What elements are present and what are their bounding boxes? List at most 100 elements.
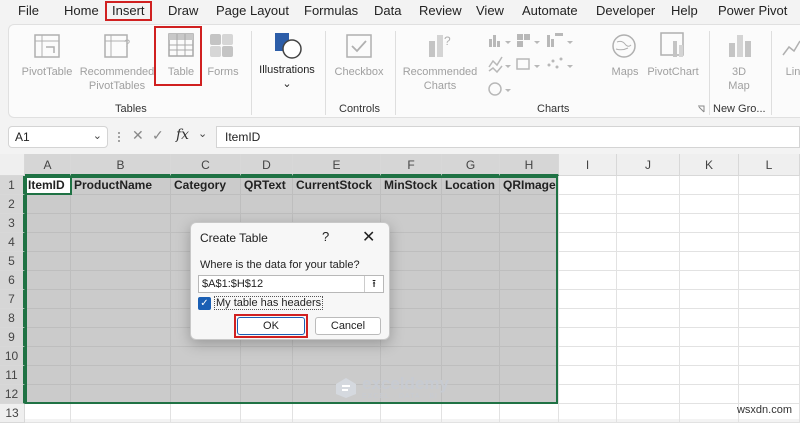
tab-automate[interactable]: Automate bbox=[522, 3, 578, 18]
maps-button[interactable]: Maps bbox=[603, 65, 647, 79]
row-header[interactable]: 9 bbox=[0, 328, 25, 347]
grid-cell[interactable] bbox=[559, 366, 617, 385]
grid-cell[interactable] bbox=[25, 233, 71, 252]
grid-cell[interactable] bbox=[171, 195, 241, 214]
grid-cell[interactable] bbox=[617, 385, 680, 404]
column-header[interactable]: A bbox=[25, 154, 71, 176]
grid-cell[interactable] bbox=[171, 347, 241, 366]
enter-icon[interactable]: ✓ bbox=[152, 127, 164, 144]
grid-cell[interactable] bbox=[442, 233, 500, 252]
grid-cell[interactable] bbox=[680, 404, 739, 423]
tab-draw[interactable]: Draw bbox=[168, 3, 198, 18]
grid-cell[interactable] bbox=[381, 347, 442, 366]
row-header[interactable]: 12 bbox=[0, 385, 25, 404]
grid-cell[interactable] bbox=[241, 195, 293, 214]
range-input[interactable]: $A$1:$H$12 bbox=[198, 275, 384, 293]
grid-cell[interactable] bbox=[559, 214, 617, 233]
tab-formulas[interactable]: Formulas bbox=[304, 3, 358, 18]
grid-cell[interactable] bbox=[71, 290, 171, 309]
grid-cell[interactable] bbox=[680, 309, 739, 328]
column-header[interactable]: C bbox=[171, 154, 241, 176]
grid-cell[interactable] bbox=[442, 328, 500, 347]
tab-review[interactable]: Review bbox=[419, 3, 462, 18]
grid-cell[interactable] bbox=[617, 233, 680, 252]
column-header[interactable]: K bbox=[680, 154, 739, 176]
grid-cell[interactable] bbox=[500, 252, 559, 271]
grid-cell[interactable] bbox=[171, 385, 241, 404]
grid-cell[interactable] bbox=[25, 309, 71, 328]
grid-cell[interactable] bbox=[381, 328, 442, 347]
chart-types-gallery-icon[interactable] bbox=[487, 31, 589, 99]
grid-cell[interactable] bbox=[500, 347, 559, 366]
tab-insert[interactable]: Insert bbox=[105, 1, 152, 21]
dialog-launcher-icon[interactable] bbox=[697, 105, 705, 113]
headers-checkbox-label[interactable]: My table has headers bbox=[214, 296, 324, 310]
tab-help[interactable]: Help bbox=[671, 3, 698, 18]
grid-cell[interactable] bbox=[680, 328, 739, 347]
grid-cell[interactable] bbox=[381, 233, 442, 252]
grid-cell[interactable] bbox=[500, 233, 559, 252]
grid-cell[interactable] bbox=[381, 290, 442, 309]
grid-cell[interactable] bbox=[739, 195, 800, 214]
column-header[interactable]: G bbox=[442, 154, 500, 176]
grid-cell[interactable] bbox=[442, 404, 500, 423]
grid-cell[interactable] bbox=[293, 195, 381, 214]
grid-cell[interactable] bbox=[559, 271, 617, 290]
pivottable-button[interactable]: PivotTable bbox=[19, 65, 75, 79]
tab-page-layout[interactable]: Page Layout bbox=[216, 3, 289, 18]
grid-cell[interactable] bbox=[71, 366, 171, 385]
grid-cell[interactable] bbox=[680, 366, 739, 385]
insert-function-button[interactable]: fx bbox=[176, 127, 189, 143]
grid-cell[interactable] bbox=[617, 347, 680, 366]
tab-home[interactable]: Home bbox=[64, 3, 99, 18]
grid-cell[interactable] bbox=[617, 328, 680, 347]
row-header[interactable]: 8 bbox=[0, 309, 25, 328]
chevron-down-icon[interactable]: ⌄ bbox=[93, 129, 102, 142]
grid-cell[interactable] bbox=[71, 328, 171, 347]
recommended-charts-button[interactable]: Recommended Charts bbox=[401, 65, 479, 93]
grid-cell[interactable] bbox=[617, 366, 680, 385]
grid-cell[interactable] bbox=[500, 195, 559, 214]
header-cell[interactable]: ProductName bbox=[72, 176, 170, 195]
grid-cell[interactable] bbox=[559, 233, 617, 252]
grid-cell[interactable] bbox=[739, 366, 800, 385]
chevron-down-icon[interactable]: ⌄ bbox=[198, 127, 207, 140]
header-cell[interactable]: Location bbox=[443, 176, 499, 195]
grid-cell[interactable] bbox=[71, 233, 171, 252]
grid-cell[interactable] bbox=[381, 214, 442, 233]
grid-cell[interactable] bbox=[442, 347, 500, 366]
grid-cell[interactable] bbox=[500, 366, 559, 385]
grid-cell[interactable] bbox=[680, 385, 739, 404]
grid-cell[interactable] bbox=[680, 290, 739, 309]
column-header[interactable]: F bbox=[381, 154, 442, 176]
grid-cell[interactable] bbox=[617, 252, 680, 271]
column-header[interactable]: D bbox=[241, 154, 293, 176]
grid-cell[interactable] bbox=[739, 214, 800, 233]
formula-input[interactable]: ItemID bbox=[216, 126, 800, 148]
grid-cell[interactable] bbox=[442, 290, 500, 309]
line-sparkline-button[interactable]: Lin bbox=[783, 65, 800, 79]
grid-cell[interactable] bbox=[71, 404, 171, 423]
grid-cell[interactable] bbox=[381, 309, 442, 328]
tab-file[interactable]: File bbox=[18, 3, 39, 18]
grid-cell[interactable] bbox=[680, 195, 739, 214]
recommended-pivottables-button[interactable]: Recommended PivotTables bbox=[79, 65, 155, 93]
grid-cell[interactable] bbox=[559, 290, 617, 309]
row-header[interactable]: 3 bbox=[0, 214, 25, 233]
grid-cell[interactable] bbox=[71, 309, 171, 328]
grid-cell[interactable] bbox=[559, 328, 617, 347]
row-header[interactable]: 1 bbox=[0, 176, 25, 195]
grid-cell[interactable] bbox=[381, 195, 442, 214]
grid-cell[interactable] bbox=[739, 290, 800, 309]
name-box[interactable]: A1 ⌄ bbox=[8, 126, 108, 148]
column-header[interactable]: L bbox=[739, 154, 800, 176]
help-icon[interactable]: ? bbox=[322, 229, 329, 244]
grid-cell[interactable] bbox=[171, 366, 241, 385]
grid-cell[interactable] bbox=[680, 176, 739, 195]
grid-cell[interactable] bbox=[241, 385, 293, 404]
grid-cell[interactable] bbox=[25, 328, 71, 347]
grid-cell[interactable] bbox=[739, 385, 800, 404]
grid-cell[interactable] bbox=[71, 271, 171, 290]
header-cell[interactable]: CurrentStock bbox=[294, 176, 380, 195]
grid-cell[interactable] bbox=[739, 309, 800, 328]
